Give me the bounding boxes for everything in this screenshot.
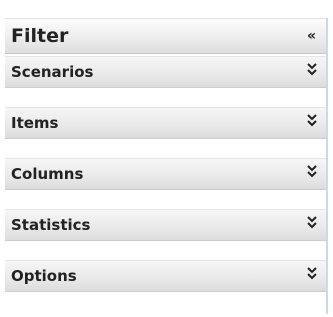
double-chevron-down-icon[interactable] bbox=[306, 62, 318, 76]
section-scenarios[interactable]: Scenarios bbox=[5, 56, 326, 88]
double-chevron-down-icon[interactable] bbox=[306, 164, 318, 178]
filter-panel: Filter « Scenarios Items Columns Statist… bbox=[5, 18, 328, 314]
double-chevron-left-icon[interactable]: « bbox=[307, 27, 316, 45]
section-label-columns: Columns bbox=[11, 165, 84, 183]
filter-panel-title: Filter bbox=[11, 25, 69, 47]
filter-panel-header: Filter « bbox=[5, 18, 326, 54]
section-items[interactable]: Items bbox=[5, 107, 326, 139]
section-options[interactable]: Options bbox=[5, 260, 326, 292]
section-statistics[interactable]: Statistics bbox=[5, 209, 326, 241]
section-label-statistics: Statistics bbox=[11, 216, 91, 234]
double-chevron-down-icon[interactable] bbox=[306, 113, 318, 127]
section-label-scenarios: Scenarios bbox=[11, 63, 94, 81]
section-label-options: Options bbox=[11, 267, 77, 285]
double-chevron-down-icon[interactable] bbox=[306, 215, 318, 229]
double-chevron-down-icon[interactable] bbox=[306, 266, 318, 280]
section-label-items: Items bbox=[11, 114, 59, 132]
section-columns[interactable]: Columns bbox=[5, 158, 326, 190]
